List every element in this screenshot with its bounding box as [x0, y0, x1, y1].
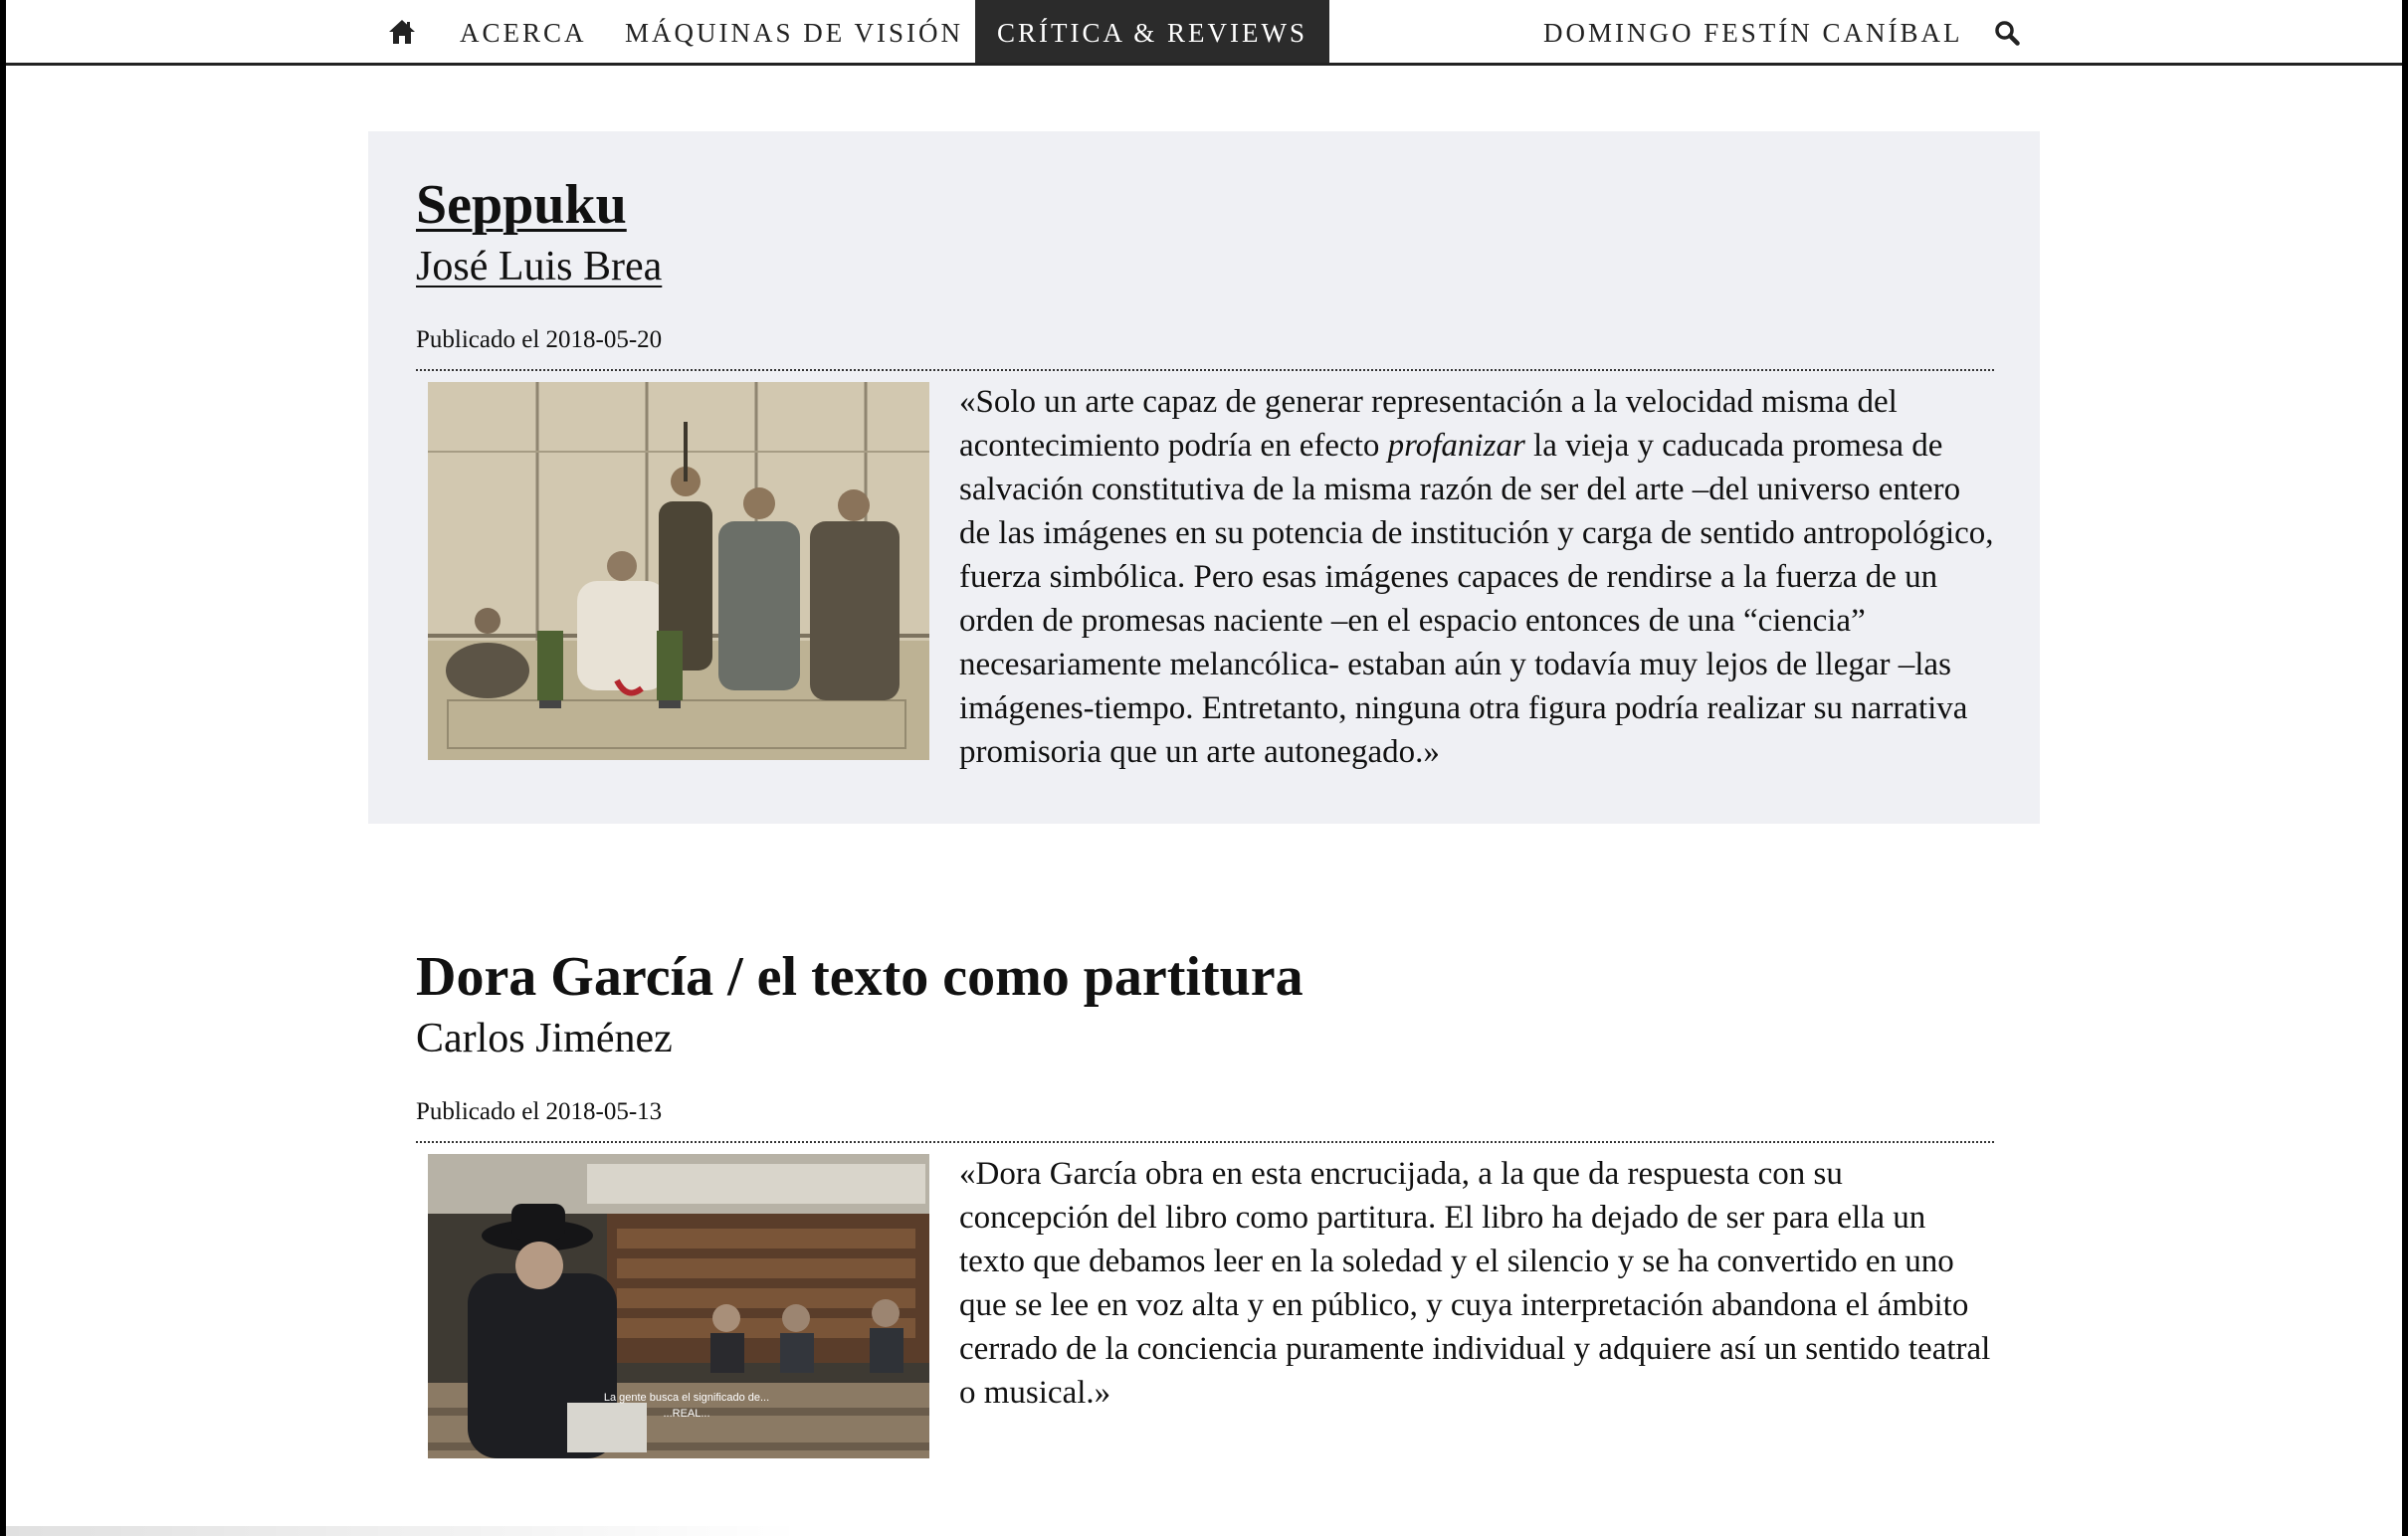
article-excerpt[interactable]: «Dora García obra en esta encrucijada, a…: [959, 1152, 1994, 1415]
article-author[interactable]: Carlos Jiménez: [416, 1015, 673, 1062]
article-card: Dora García / el texto como partitura Ca…: [368, 901, 2040, 1458]
top-navigation: ACERCA MÁQUINAS DE VISIÓN CRÍTICA & REVI…: [6, 0, 2402, 66]
search-icon[interactable]: [1994, 20, 2020, 46]
home-icon[interactable]: [388, 19, 416, 45]
dotted-divider: [416, 1141, 1994, 1143]
article-excerpt[interactable]: «Solo un arte capaz de generar represent…: [959, 380, 1994, 774]
page[interactable]: ACERCA MÁQUINAS DE VISIÓN CRÍTICA & REVI…: [6, 0, 2402, 1536]
nav-item-domingo-festin-canibal[interactable]: DOMINGO FESTÍN CANÍBAL: [1543, 0, 1963, 63]
article-title[interactable]: Dora García / el texto como partitura: [416, 945, 1304, 1009]
article-card-featured: Seppuku José Luis Brea Publicado el 2018…: [368, 131, 2040, 824]
excerpt-text: la vieja y caducada promesa de salvación…: [959, 428, 1994, 770]
nav-item-acerca[interactable]: ACERCA: [460, 0, 587, 63]
seppuku-photo[interactable]: [428, 382, 929, 760]
library-reading-photo[interactable]: La gente busca el significado de... ...R…: [428, 1154, 929, 1458]
nav-item-maquinas-de-vision[interactable]: MÁQUINAS DE VISIÓN: [625, 0, 963, 63]
article-author[interactable]: José Luis Brea: [416, 243, 662, 290]
article-title[interactable]: Seppuku: [416, 173, 627, 237]
nav-item-critica-reviews[interactable]: CRÍTICA & REVIEWS: [975, 0, 1329, 63]
video-subtitle: ...REAL...: [663, 1408, 709, 1420]
browser-viewport: ACERCA MÁQUINAS DE VISIÓN CRÍTICA & REVI…: [0, 0, 2408, 1536]
excerpt-emphasis: profanizar: [1387, 428, 1525, 464]
article-date: Publicado el 2018-05-13: [416, 1098, 663, 1125]
scroll-shadow: [6, 1526, 802, 1536]
article-date: Publicado el 2018-05-20: [416, 326, 663, 353]
dotted-divider: [416, 369, 1994, 371]
video-subtitle: La gente busca el significado de...: [604, 1392, 769, 1404]
